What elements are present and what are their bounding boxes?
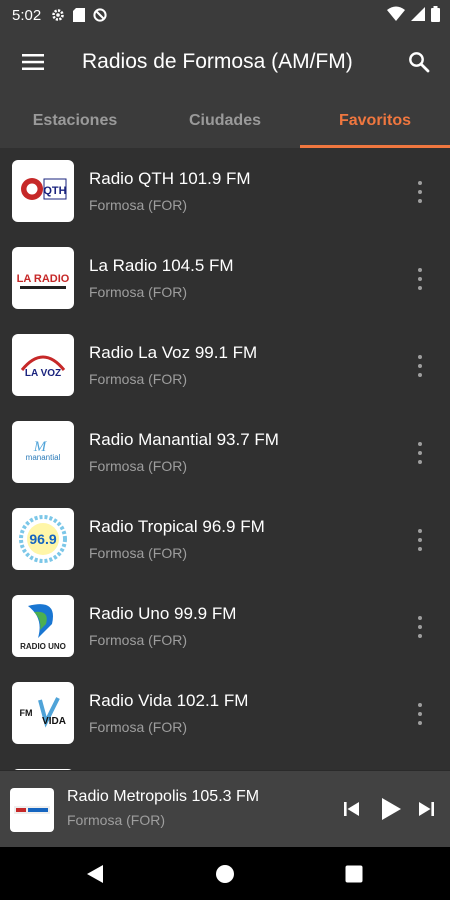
station-row-radio-vida[interactable]: FM VIDA Radio Vida 102.1 FM Formosa (FOR… xyxy=(0,670,450,757)
now-playing-location: Formosa (FOR) xyxy=(67,812,165,828)
station-logo: FM VIDA xyxy=(12,682,74,744)
cell-signal-icon xyxy=(411,6,425,22)
station-location: Formosa (FOR) xyxy=(89,458,187,474)
logo-text: VIDA xyxy=(42,716,66,727)
station-row-radio-uno[interactable]: RADIO UNO Radio Uno 99.9 FM Formosa (FOR… xyxy=(0,583,450,670)
recents-icon[interactable] xyxy=(341,861,367,887)
logo-text: LA VOZ xyxy=(25,368,61,379)
search-icon[interactable] xyxy=(402,45,436,79)
status-bar: 5:02 xyxy=(0,0,450,30)
station-name: Radio La Voz 99.1 FM xyxy=(89,343,258,362)
back-icon[interactable] xyxy=(82,861,108,887)
tab-favoritos[interactable]: Favoritos xyxy=(300,94,450,148)
now-playing-logo xyxy=(10,788,54,832)
home-icon[interactable] xyxy=(212,861,238,887)
station-row-la-radio[interactable]: LA RADIO La Radio 104.5 FM Formosa (FOR) xyxy=(0,235,450,322)
hamburger-menu-icon[interactable] xyxy=(16,45,50,79)
station-name: Radio Vida 102.1 FM xyxy=(89,691,249,710)
logo-text: manantial xyxy=(26,453,61,462)
favorites-list: QTH Radio QTH 101.9 FM Formosa (FOR) LA … xyxy=(0,148,450,770)
station-logo: 96.9 xyxy=(12,508,74,570)
more-options-icon[interactable] xyxy=(408,265,432,293)
station-name: Radio QTH 101.9 FM xyxy=(89,169,251,188)
play-icon[interactable] xyxy=(377,795,405,823)
station-location: Formosa (FOR) xyxy=(89,197,187,213)
station-name: Radio Tropical 96.9 FM xyxy=(89,517,265,536)
station-location: Formosa (FOR) xyxy=(89,371,187,387)
station-row-la-voz[interactable]: LA VOZ Radio La Voz 99.1 FM Formosa (FOR… xyxy=(0,322,450,409)
tab-ciudades[interactable]: Ciudades xyxy=(150,94,300,148)
station-logo: LA VOZ xyxy=(12,334,74,396)
station-logo: M manantial xyxy=(12,421,74,483)
svg-text:FM: FM xyxy=(20,708,33,718)
more-options-icon[interactable] xyxy=(408,439,432,467)
more-options-icon[interactable] xyxy=(408,526,432,554)
station-location: Formosa (FOR) xyxy=(89,632,187,648)
station-location: Formosa (FOR) xyxy=(89,545,187,561)
skip-next-icon[interactable] xyxy=(412,795,440,823)
station-logo: RADIO UNO xyxy=(12,595,74,657)
station-name: Radio Uno 99.9 FM xyxy=(89,604,237,623)
system-nav-bar xyxy=(0,847,450,900)
station-row-manantial[interactable]: M manantial Radio Manantial 93.7 FM Form… xyxy=(0,409,450,496)
logo-text: 96.9 xyxy=(29,531,56,547)
status-time: 5:02 xyxy=(12,6,42,24)
station-location: Formosa (FOR) xyxy=(89,719,187,735)
now-playing-title: Radio Metropolis 105.3 FM xyxy=(67,788,260,805)
sd-card-icon xyxy=(73,8,86,22)
battery-icon xyxy=(431,6,440,22)
now-playing-bar[interactable]: Radio Metropolis 105.3 FM Formosa (FOR) xyxy=(0,770,450,848)
wifi-icon xyxy=(387,6,405,22)
station-row-qth[interactable]: QTH Radio QTH 101.9 FM Formosa (FOR) xyxy=(0,148,450,235)
app-bar: Radios de Formosa (AM/FM) xyxy=(0,30,450,94)
no-entry-icon xyxy=(93,8,107,22)
station-row-partial[interactable] xyxy=(0,757,450,770)
station-row-tropical[interactable]: 96.9 Radio Tropical 96.9 FM Formosa (FOR… xyxy=(0,496,450,583)
more-options-icon[interactable] xyxy=(408,178,432,206)
logo-text: RADIO UNO xyxy=(20,642,66,651)
station-location: Formosa (FOR) xyxy=(89,284,187,300)
logo-text: LA RADIO xyxy=(17,273,70,285)
tab-bar: Estaciones Ciudades Favoritos xyxy=(0,94,450,148)
app-title: Radios de Formosa (AM/FM) xyxy=(82,50,353,73)
tab-estaciones[interactable]: Estaciones xyxy=(0,94,150,148)
gear-icon xyxy=(51,8,65,22)
station-logo: LA RADIO xyxy=(12,247,74,309)
more-options-icon[interactable] xyxy=(408,352,432,380)
more-options-icon[interactable] xyxy=(408,613,432,641)
logo-text: QTH xyxy=(43,185,66,197)
skip-previous-icon[interactable] xyxy=(338,795,366,823)
station-name: La Radio 104.5 FM xyxy=(89,256,234,275)
more-options-icon[interactable] xyxy=(408,700,432,728)
station-name: Radio Manantial 93.7 FM xyxy=(89,430,279,449)
station-logo: QTH xyxy=(12,160,74,222)
